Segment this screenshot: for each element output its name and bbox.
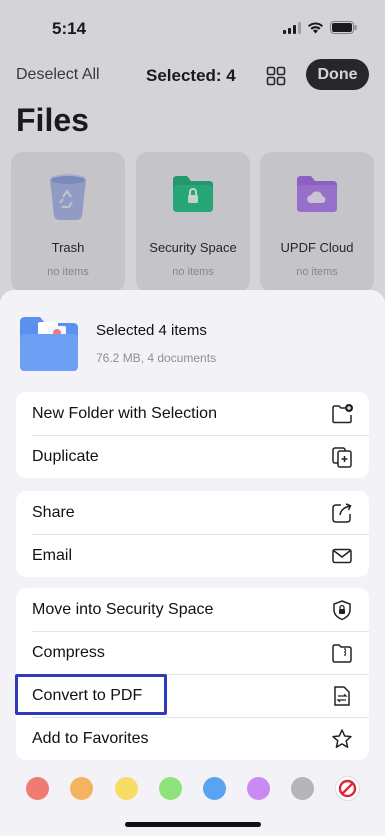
row-label: Compress xyxy=(32,643,105,661)
row-label: Email xyxy=(32,546,73,564)
compress-button[interactable]: Compress xyxy=(16,631,369,674)
tag-color-orange[interactable] xyxy=(70,777,93,800)
row-label: Convert to PDF xyxy=(32,686,143,704)
sheet-subtitle: 76.2 MB, 4 documents xyxy=(96,351,217,365)
row-label: Duplicate xyxy=(32,447,99,465)
share-icon xyxy=(332,503,352,523)
convert-to-pdf-button[interactable]: Convert to PDF xyxy=(16,674,369,717)
email-button[interactable]: Email xyxy=(16,534,369,577)
tag-color-blue[interactable] xyxy=(203,777,226,800)
tag-color-yellow[interactable] xyxy=(115,777,138,800)
tag-color-picker xyxy=(0,774,385,804)
envelope-icon xyxy=(332,548,352,564)
action-sheet: Selected 4 items 76.2 MB, 4 documents Ne… xyxy=(0,290,385,836)
tag-color-purple[interactable] xyxy=(247,777,270,800)
action-group-share: Share Email xyxy=(16,491,369,577)
new-folder-icon xyxy=(332,404,353,424)
row-label: Move into Security Space xyxy=(32,600,214,618)
action-group-manage: Move into Security Space Compress Conver… xyxy=(16,588,369,760)
convert-doc-icon xyxy=(334,686,350,706)
row-label: New Folder with Selection xyxy=(32,404,217,422)
selection-folder-icon xyxy=(20,317,78,371)
duplicate-icon xyxy=(332,447,352,468)
home-indicator xyxy=(125,822,261,827)
sheet-title: Selected 4 items xyxy=(96,322,207,339)
add-to-favorites-button[interactable]: Add to Favorites xyxy=(16,717,369,760)
tag-color-green[interactable] xyxy=(159,777,182,800)
star-icon xyxy=(332,729,352,748)
sheet-header: Selected 4 items 76.2 MB, 4 documents xyxy=(0,290,385,390)
new-folder-with-selection-button[interactable]: New Folder with Selection xyxy=(16,392,369,435)
action-group-create: New Folder with Selection Duplicate xyxy=(16,392,369,478)
shield-lock-icon xyxy=(333,600,351,621)
zip-folder-icon xyxy=(332,644,352,663)
tag-color-gray[interactable] xyxy=(291,777,314,800)
tag-color-red[interactable] xyxy=(26,777,49,800)
duplicate-button[interactable]: Duplicate xyxy=(16,435,369,478)
move-into-security-space-button[interactable]: Move into Security Space xyxy=(16,588,369,631)
clear-tag-icon[interactable] xyxy=(335,776,360,801)
row-label: Add to Favorites xyxy=(32,729,149,747)
share-button[interactable]: Share xyxy=(16,491,369,534)
row-label: Share xyxy=(32,503,75,521)
